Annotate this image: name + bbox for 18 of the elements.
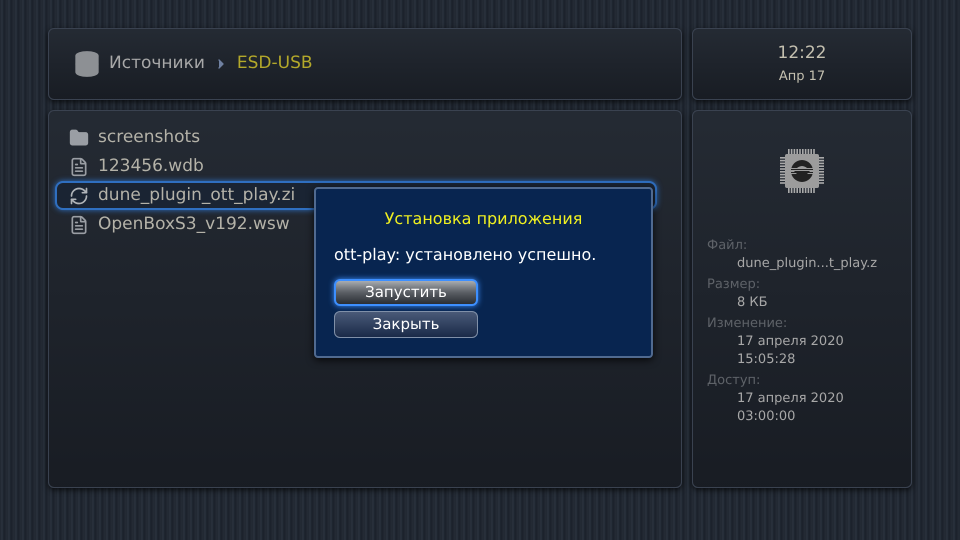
info-label: Изменение:	[707, 315, 788, 333]
file-name: screenshots	[98, 126, 200, 149]
info-value: 03:00:00	[736, 408, 796, 426]
info-value: dune_plugin...t_play.z	[736, 255, 878, 273]
info-label: Доступ:	[707, 372, 762, 390]
dialog-title: Установка приложения	[384, 208, 584, 230]
info-value: 15:05:28	[736, 351, 796, 369]
clock-date: Апр 17	[778, 70, 826, 83]
file-name: 123456.wdb	[98, 154, 204, 178]
clock-time: 12:22	[778, 45, 826, 62]
dialog-message: ott-play: установлено успешно.	[334, 244, 598, 266]
info-value: 17 апреля 2020	[736, 333, 845, 351]
info-label: Размер:	[707, 276, 762, 294]
file-name: OpenBoxS3_v192.wsw	[98, 212, 290, 236]
info-value: 8 КБ	[736, 294, 769, 312]
info-value: 17 апреля 2020	[736, 390, 845, 408]
info-label: Файл:	[707, 237, 748, 255]
file-name: dune_plugin_ott_play.zi	[98, 184, 296, 207]
